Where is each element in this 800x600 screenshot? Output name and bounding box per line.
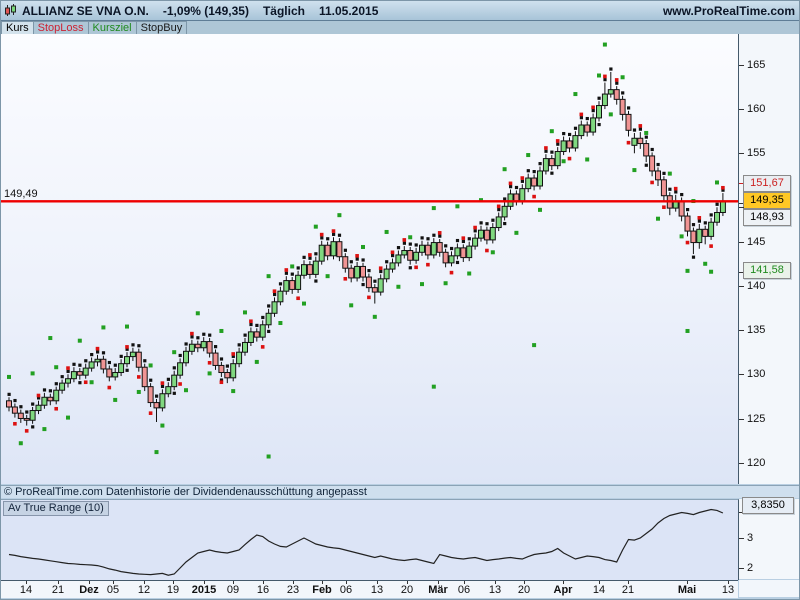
axis-price-box: 148,93 [743,209,791,226]
price-tick-label: 155 [747,147,766,160]
axis-price-box: 141,58 [743,262,791,279]
date-tick-label: Apr [553,584,573,596]
prorealtime-window: ALLIANZ SE VNA O.N. -1,09% (149,35) Tägl… [0,0,800,600]
price-tick-label: 145 [747,235,766,248]
date-tick-label: 06 [339,584,353,596]
candlestick-logo-icon [5,4,16,16]
price-line-label: 149,49 [4,188,38,201]
change-value: -1,09% (149,35) [162,3,249,18]
axis-price-box: 151,67 [743,175,791,192]
date-tick-label: 13 [488,584,502,596]
price-tick-label: 165 [747,59,766,71]
title-bar: ALLIANZ SE VNA O.N. -1,09% (149,35) Tägl… [1,1,799,21]
date-tick-label: 21 [621,584,635,596]
date-tick-label: 12 [137,584,151,596]
date-tick-label: 20 [400,584,414,596]
price-tick-label: 135 [747,324,766,337]
timeframe-label: Täglich [262,3,305,18]
atr-indicator-plot[interactable]: Av True Range (10) [1,499,739,580]
date-axis-corner [739,580,799,597]
copyright-bar: © ProRealTime.com Datenhistorie der Divi… [1,485,799,498]
date-tick-label: Mär [428,584,448,596]
date-tick-label: Feb [312,584,332,596]
atr-value-box: 3,8350 [742,496,794,514]
tab-stopbuy[interactable]: StopBuy [136,21,188,34]
tab-kursziel[interactable]: Kursziel [88,21,137,34]
date-axis[interactable]: 14 21 Dez 05 12 19 2015 09 16 23 Feb 06 13 20 Mär 06 13 2… [1,580,738,598]
atr-tick-label: 3 [747,532,754,544]
price-axis[interactable]: 120 125 130 135 140 145 155 160 165 151,67 149,35 1… [739,34,799,484]
atr-axis[interactable]: 2 3 3,8350 [739,496,799,579]
date-tick-label: 06 [457,584,471,596]
date-tick-label: 09 [226,584,240,596]
site-url: www.ProRealTime.com [662,3,795,18]
price-tick-label: 160 [747,103,766,116]
date-tick-label: 20 [517,584,531,596]
date-tick-label: 13 [370,584,384,596]
tab-kurs[interactable]: Kurs [1,21,34,34]
atr-tick-label: 2 [747,562,754,574]
date-tick-label: 05 [106,584,120,596]
date-tick-label: 2015 [191,584,217,596]
price-tick-label: 130 [747,368,766,381]
date-tick-label: 13 [721,584,735,596]
price-tick-label: 125 [747,412,766,425]
date-tick-label: 23 [286,584,300,596]
price-chart-plot[interactable]: 149,49 [1,34,739,484]
date-tick-label: Mai [677,584,697,596]
date-tick-label: 16 [256,584,270,596]
price-tick-label: 140 [747,280,766,292]
date-tick-label: 21 [51,584,65,596]
session-date: 11.05.2015 [318,3,379,18]
order-tab-row: Kurs StopLoss Kursziel StopBuy [1,21,799,34]
date-tick-label: 14 [19,584,33,596]
date-tick-label: 14 [592,584,606,596]
instrument-title: ALLIANZ SE VNA O.N. [22,3,149,18]
axis-price-box: 149,35 [743,192,791,209]
date-tick-label: Dez [79,584,99,596]
date-tick-label: 19 [166,584,180,596]
tab-stoploss[interactable]: StopLoss [33,21,89,34]
price-tick-label: 120 [747,456,766,469]
